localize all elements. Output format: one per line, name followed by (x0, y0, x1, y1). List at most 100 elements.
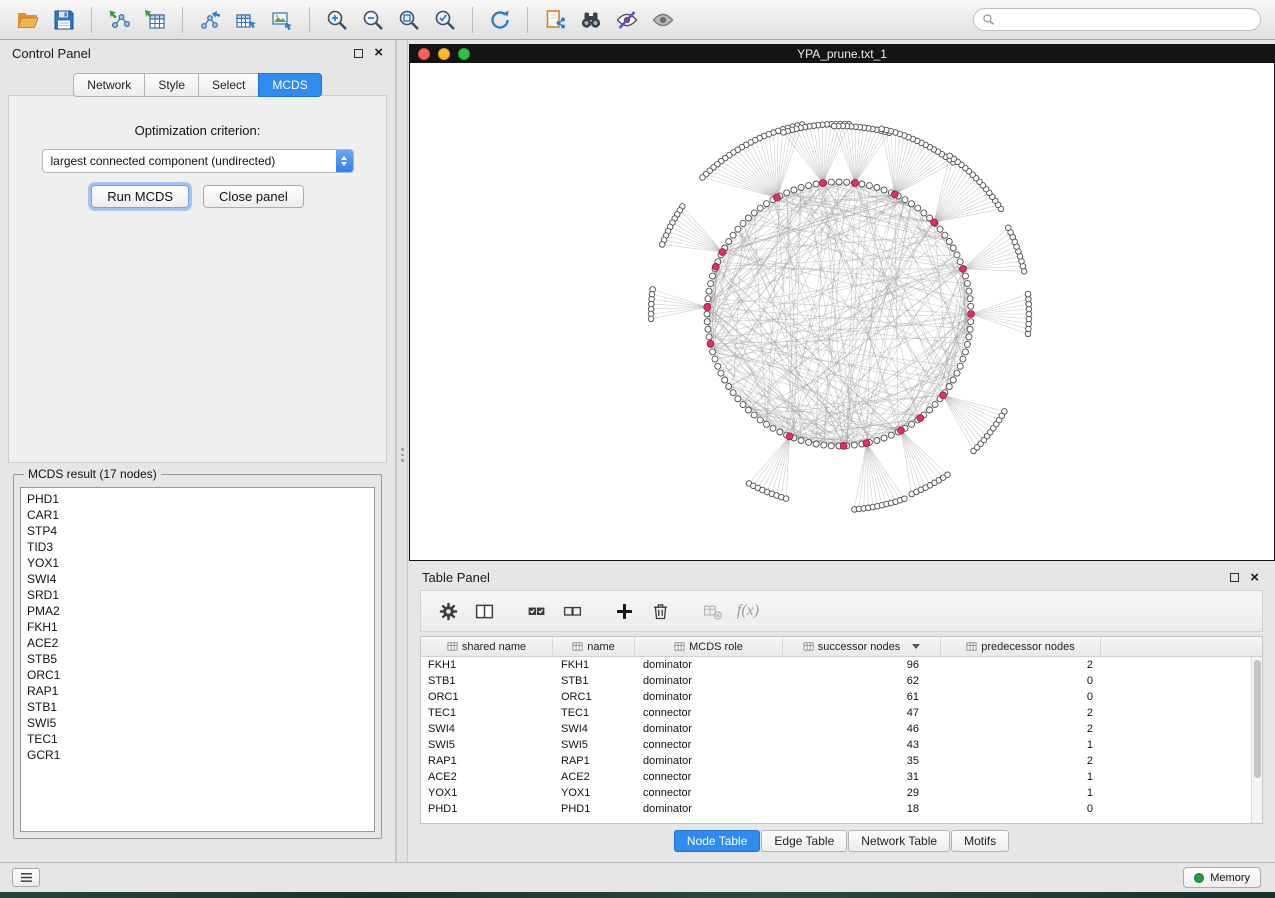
table-cell[interactable]: PHD1 (421, 803, 553, 815)
result-item[interactable]: ORC1 (27, 667, 368, 683)
result-item[interactable]: STB5 (27, 651, 368, 667)
network-edge[interactable] (866, 443, 891, 503)
network-edge[interactable] (901, 431, 921, 490)
network-edge[interactable] (677, 214, 722, 252)
tab-edge-table[interactable]: Edge Table (761, 830, 847, 852)
table-cell[interactable]: connector (635, 707, 783, 719)
table-cell[interactable]: 61 (783, 691, 941, 703)
network-node[interactable] (710, 273, 716, 279)
network-node[interactable] (915, 205, 921, 211)
table-cell[interactable]: 2 (941, 723, 1101, 735)
network-edge[interactable] (855, 128, 864, 183)
network-node[interactable] (954, 370, 960, 376)
hide-panels-button[interactable] (12, 868, 40, 887)
network-hub-node[interactable] (820, 180, 827, 187)
network-node[interactable] (879, 126, 885, 132)
network-node[interactable] (798, 185, 804, 191)
table-cell[interactable]: 0 (941, 691, 1101, 703)
table-cell[interactable]: 1 (941, 739, 1101, 751)
network-node[interactable] (945, 472, 951, 478)
open-file-button[interactable] (10, 4, 46, 36)
network-node[interactable] (710, 349, 716, 355)
network-edge[interactable] (822, 125, 823, 183)
network-edge[interactable] (886, 130, 895, 194)
network-edge[interactable] (971, 304, 1029, 314)
network-node[interactable] (950, 377, 956, 383)
network-node[interactable] (813, 441, 819, 447)
network-node[interactable] (784, 190, 790, 196)
network-node[interactable] (705, 326, 711, 332)
result-item[interactable]: SWI4 (27, 571, 368, 587)
network-node[interactable] (781, 130, 787, 136)
network-node[interactable] (851, 442, 857, 448)
network-node[interactable] (791, 187, 797, 193)
table-cell[interactable]: 46 (783, 723, 941, 735)
table-cell[interactable]: dominator (635, 723, 783, 735)
tab-node-table[interactable]: Node Table (674, 830, 761, 852)
network-edge[interactable] (895, 154, 942, 194)
table-cell[interactable]: 0 (941, 675, 1101, 687)
network-node[interactable] (806, 183, 812, 189)
result-item[interactable]: TID3 (27, 539, 368, 555)
memory-button[interactable]: Memory (1183, 867, 1261, 888)
network-node[interactable] (708, 281, 714, 287)
network-edge[interactable] (963, 237, 1013, 269)
table-cell[interactable]: 18 (783, 803, 941, 815)
network-edge[interactable] (767, 436, 790, 492)
network-edge[interactable] (895, 133, 896, 195)
network-hub-node[interactable] (840, 443, 847, 450)
network-node[interactable] (950, 245, 956, 251)
table-row[interactable]: TEC1TEC1connector472 (421, 705, 1262, 721)
table-cell[interactable]: 1 (941, 787, 1101, 799)
column-header-shared-name[interactable]: shared name (421, 637, 553, 656)
add-column-button[interactable] (609, 596, 639, 626)
result-item[interactable]: FKH1 (27, 619, 368, 635)
network-node[interactable] (968, 319, 974, 325)
table-cell[interactable]: SWI4 (421, 723, 553, 735)
network-node[interactable] (715, 363, 721, 369)
delete-table-button-disabled[interactable] (697, 596, 727, 626)
network-node[interactable] (700, 175, 706, 181)
table-cell[interactable]: 2 (941, 659, 1101, 671)
table-cell[interactable]: 1 (941, 771, 1101, 783)
tab-mcds[interactable]: MCDS (258, 73, 321, 97)
table-cell[interactable]: FKH1 (421, 659, 553, 671)
result-item[interactable]: SWI5 (27, 715, 368, 731)
window-minimize-button[interactable] (438, 48, 450, 60)
table-cell[interactable]: 47 (783, 707, 941, 719)
zoom-selected-button[interactable] (427, 4, 463, 36)
tab-network-table[interactable]: Network Table (848, 830, 950, 852)
table-cell[interactable]: connector (635, 739, 783, 751)
network-node[interactable] (836, 179, 842, 185)
network-node[interactable] (712, 356, 718, 362)
window-close-button[interactable] (418, 48, 430, 60)
network-node[interactable] (957, 259, 963, 265)
network-node[interactable] (947, 153, 953, 159)
table-cell[interactable]: TEC1 (421, 707, 553, 719)
network-node[interactable] (927, 407, 933, 413)
criterion-select[interactable]: largest connected component (undirected) (42, 149, 354, 173)
table-cell[interactable]: TEC1 (553, 707, 635, 719)
network-node[interactable] (722, 377, 728, 383)
network-edge[interactable] (866, 443, 882, 505)
network-edge[interactable] (805, 127, 823, 183)
tab-style[interactable]: Style (144, 73, 199, 97)
network-hub-node[interactable] (891, 191, 898, 198)
tab-motifs[interactable]: Motifs (951, 830, 1009, 852)
network-hub-node[interactable] (712, 263, 719, 270)
float-table-panel-icon[interactable] (1230, 573, 1239, 582)
table-cell[interactable]: STB1 (421, 675, 553, 687)
network-node[interactable] (1025, 291, 1031, 297)
table-cell[interactable]: 35 (783, 755, 941, 767)
network-edge[interactable] (943, 395, 1002, 415)
network-edge[interactable] (792, 130, 823, 183)
network-node[interactable] (798, 438, 804, 444)
select-all-rows-button[interactable] (521, 596, 551, 626)
network-edge[interactable] (721, 161, 777, 197)
network-edge[interactable] (943, 395, 993, 428)
network-edge[interactable] (707, 213, 754, 307)
network-node[interactable] (806, 439, 812, 445)
table-cell[interactable]: ORC1 (421, 691, 553, 703)
network-node[interactable] (813, 181, 819, 187)
result-item[interactable]: PHD1 (27, 491, 368, 507)
